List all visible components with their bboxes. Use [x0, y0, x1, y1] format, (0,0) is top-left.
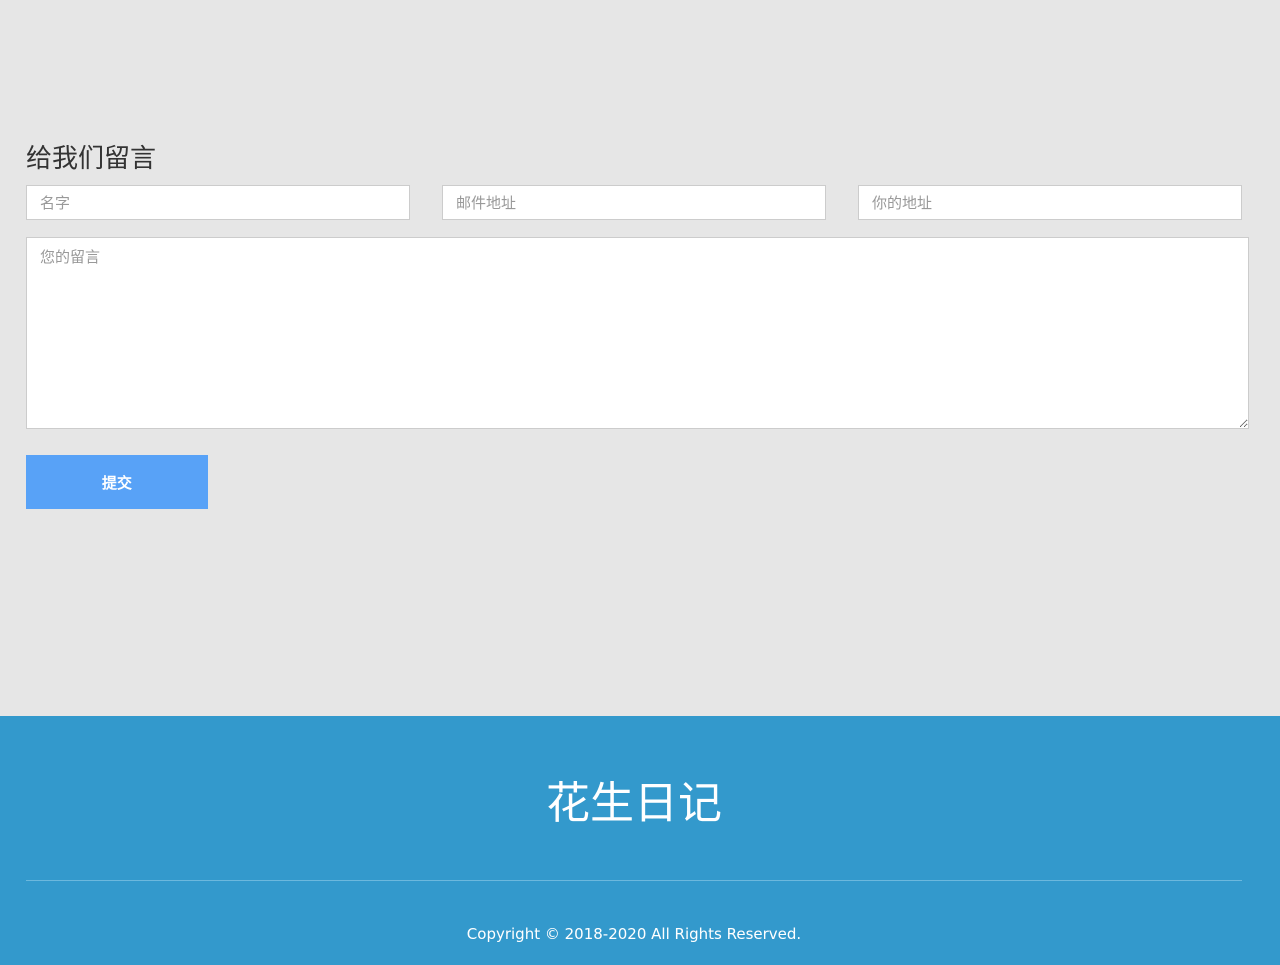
footer-divider — [26, 880, 1242, 881]
address-input[interactable] — [858, 185, 1242, 220]
contact-section: 给我们留言 提交 — [0, 0, 1280, 716]
contact-title: 给我们留言 — [26, 144, 157, 174]
submit-button[interactable]: 提交 — [26, 455, 208, 509]
name-input[interactable] — [26, 185, 410, 220]
page: 给我们留言 提交 花生日记 Copyright © 2018-2020 All … — [0, 0, 1280, 965]
footer-copyright: Copyright © 2018-2020 All Rights Reserve… — [466, 925, 802, 943]
footer-brand: 花生日记 — [546, 778, 722, 829]
email-input[interactable] — [442, 185, 826, 220]
message-textarea[interactable] — [26, 237, 1249, 429]
